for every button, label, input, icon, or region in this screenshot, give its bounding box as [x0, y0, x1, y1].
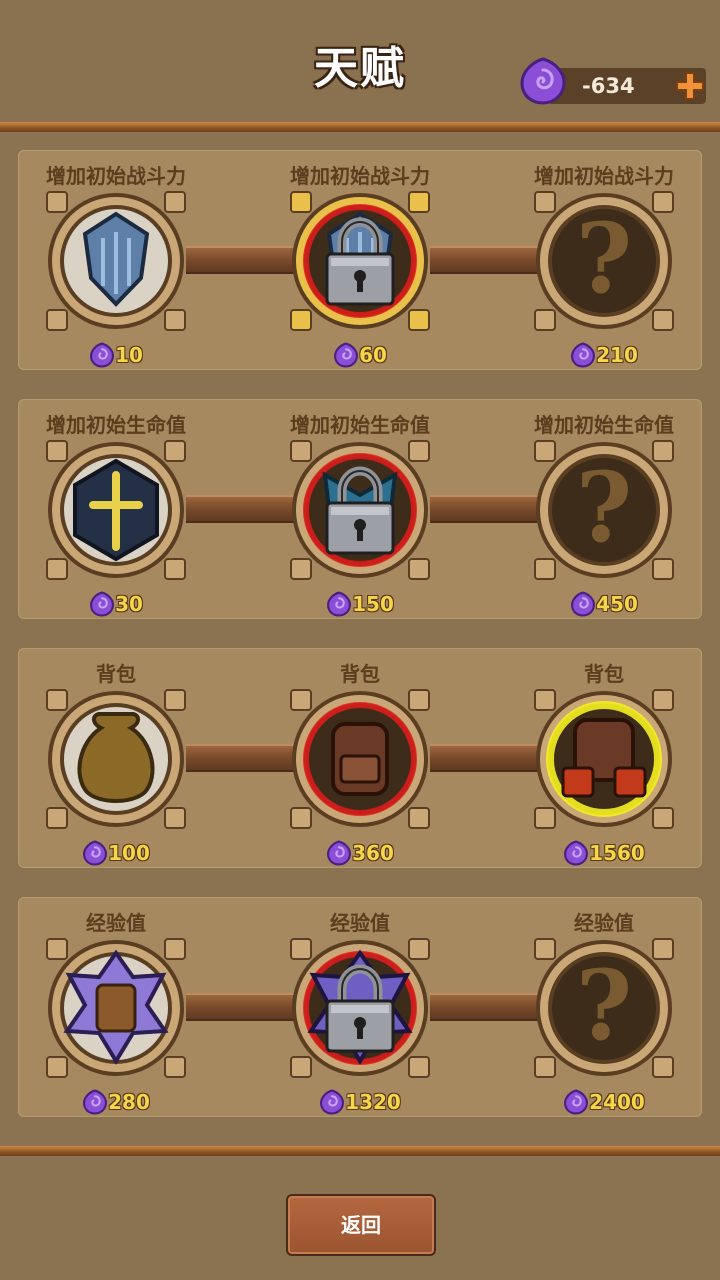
purple-gem-icon — [570, 591, 596, 617]
talent-cost-value: 450 — [596, 592, 638, 616]
purple-gem-icon — [326, 840, 352, 866]
talent-cost-value: 100 — [108, 841, 150, 865]
talent-connector — [186, 246, 296, 274]
talent-cost-value: 10 — [115, 343, 143, 367]
talent-label: 背包 — [584, 662, 624, 686]
backpack-icon — [290, 689, 430, 829]
talent-connector — [186, 744, 296, 772]
talent-node-highlighted[interactable] — [529, 684, 679, 834]
talent-node-unknown[interactable]: ? — [529, 435, 679, 585]
talent-node-unlocked[interactable] — [41, 186, 191, 336]
talent-cost: 60 — [285, 342, 435, 368]
talent-cost: 210 — [529, 342, 679, 368]
purple-gem-icon — [326, 591, 352, 617]
talent-label: 增加初始战斗力 — [290, 164, 430, 188]
purple-gem-icon — [518, 56, 568, 106]
talent-node-locked[interactable] — [285, 933, 435, 1083]
talent-cost: 1320 — [285, 1089, 435, 1115]
talent-label: 增加初始生命值 — [534, 413, 674, 437]
purple-gem-icon — [89, 591, 115, 617]
talent-cost-value: 210 — [596, 343, 638, 367]
talent-cost-value: 30 — [115, 592, 143, 616]
talent-cost: 100 — [41, 840, 191, 866]
talent-cost: 1560 — [529, 840, 679, 866]
purple-gem-icon — [563, 1089, 589, 1115]
purple-gem-icon — [570, 342, 596, 368]
talent-node-unknown[interactable]: ? — [529, 186, 679, 336]
purple-gem-icon — [319, 1089, 345, 1115]
talent-cost-value: 60 — [359, 343, 387, 367]
plus-icon[interactable] — [674, 70, 706, 102]
talent-node-unlocked[interactable] — [41, 933, 191, 1083]
talent-node-available[interactable] — [285, 684, 435, 834]
back-button[interactable]: 返回 — [286, 1194, 436, 1256]
talent-label: 增加初始生命值 — [290, 413, 430, 437]
talent-node-locked[interactable] — [285, 186, 435, 336]
talent-cost: 150 — [285, 591, 435, 617]
rune-tome-icon — [290, 938, 430, 1078]
talent-cost: 450 — [529, 591, 679, 617]
talent-node-unlocked[interactable] — [41, 435, 191, 585]
svg-text:?: ? — [576, 451, 632, 564]
currency-value: -634 — [582, 74, 635, 98]
sack-icon — [46, 689, 186, 829]
talent-label: 背包 — [96, 662, 136, 686]
purple-gem-icon — [563, 840, 589, 866]
talent-cost: 280 — [41, 1089, 191, 1115]
large-backpack-icon — [534, 689, 674, 829]
talent-label: 增加初始战斗力 — [46, 164, 186, 188]
talent-cost-value: 280 — [108, 1090, 150, 1114]
talent-label: 经验值 — [86, 911, 146, 935]
header-divider — [0, 122, 720, 132]
svg-text:?: ? — [576, 202, 632, 315]
winged-emblem-icon — [290, 440, 430, 580]
purple-gem-icon — [82, 840, 108, 866]
talent-connector — [430, 993, 540, 1021]
question-mark-icon: ? — [534, 440, 674, 580]
question-mark-icon: ? — [534, 938, 674, 1078]
talent-node-unknown[interactable]: ? — [529, 933, 679, 1083]
talent-connector — [430, 495, 540, 523]
talent-cost-value: 150 — [352, 592, 394, 616]
talent-cost: 10 — [41, 342, 191, 368]
talent-cost: 30 — [41, 591, 191, 617]
talent-label: 增加初始战斗力 — [534, 164, 674, 188]
talent-connector — [186, 495, 296, 523]
talent-cost-value: 1560 — [589, 841, 645, 865]
talent-cost: 2400 — [529, 1089, 679, 1115]
purple-gem-icon — [82, 1089, 108, 1115]
talent-connector — [186, 993, 296, 1021]
armor-shield-icon — [46, 191, 186, 331]
talent-label: 经验值 — [330, 911, 390, 935]
purple-gem-icon — [89, 342, 115, 368]
talent-label: 背包 — [340, 662, 380, 686]
talent-connector — [430, 744, 540, 772]
talent-label: 经验值 — [574, 911, 634, 935]
footer-divider — [0, 1146, 720, 1156]
talent-node-unlocked[interactable] — [41, 684, 191, 834]
armor-shield-icon — [290, 191, 430, 331]
purple-gem-icon — [333, 342, 359, 368]
spellbook-icon — [46, 938, 186, 1078]
talent-cost-value: 1320 — [345, 1090, 401, 1114]
holy-cross-icon — [46, 440, 186, 580]
svg-text:?: ? — [576, 949, 632, 1062]
talent-node-locked[interactable] — [285, 435, 435, 585]
question-mark-icon: ? — [534, 191, 674, 331]
talent-cost-value: 2400 — [589, 1090, 645, 1114]
talent-label: 增加初始生命值 — [46, 413, 186, 437]
talent-cost-value: 360 — [352, 841, 394, 865]
talent-connector — [430, 246, 540, 274]
talent-cost: 360 — [285, 840, 435, 866]
